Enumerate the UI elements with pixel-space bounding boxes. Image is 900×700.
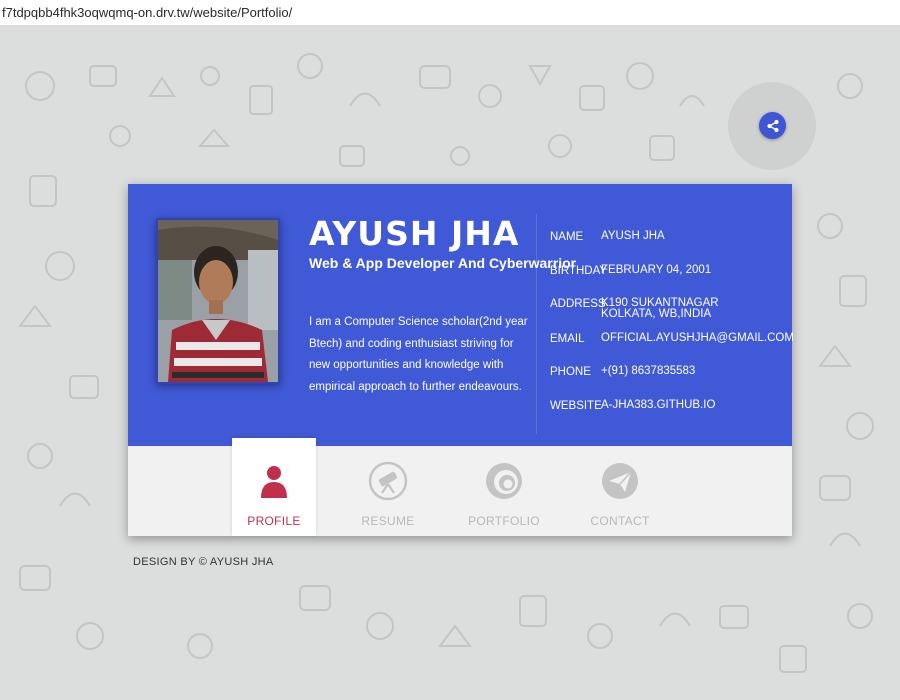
- info-label-name: NAME: [550, 231, 584, 243]
- profile-name: AYUSH JHA: [309, 214, 520, 253]
- profile-bio: I am a Computer Science scholar(2nd year…: [309, 316, 528, 393]
- tab-resume[interactable]: RESUME: [346, 438, 430, 536]
- address-bar[interactable]: f7tdpqbb4fhk3oqwqmq-on.drv.tw/website/Po…: [0, 0, 900, 26]
- info-value-website[interactable]: A-JHA383.GITHUB.IO: [601, 399, 761, 411]
- share-icon: [766, 119, 779, 132]
- info-value-address: K190 SUKANTNAGAR KOLKATA, WB,INDIA: [601, 297, 719, 320]
- profile-card: AYUSH JHA Web & App Developer And Cyberw…: [128, 184, 794, 536]
- info-divider: [536, 214, 537, 434]
- tab-resume-label: RESUME: [361, 514, 415, 528]
- info-label-birthday: BIRTHDAY: [550, 265, 608, 277]
- tab-contact-label: CONTACT: [590, 514, 650, 528]
- paper-plane-icon: [602, 463, 638, 499]
- info-label-website: WEBSITE: [550, 400, 602, 412]
- info-value-phone: +(91) 8637835583: [601, 365, 696, 377]
- profile-header: AYUSH JHA Web & App Developer And Cyberw…: [128, 184, 794, 446]
- info-value-birthday: FEBRUARY 04, 2001: [601, 264, 712, 276]
- tab-portfolio-label: PORTFOLIO: [468, 514, 540, 528]
- footer-credit: DESIGN BY © AYUSH JHA: [133, 556, 274, 568]
- nav-tabs: PROFILE RESUME PORTFOLIO CONTACT: [128, 438, 792, 536]
- info-label-address: ADDRESS: [550, 298, 606, 310]
- info-value-name: AYUSH JHA: [601, 230, 665, 242]
- tab-contact[interactable]: CONTACT: [578, 438, 662, 536]
- telescope-icon: [368, 461, 408, 501]
- tab-profile-label: PROFILE: [247, 514, 301, 528]
- tab-portfolio[interactable]: PORTFOLIO: [462, 438, 546, 536]
- person-icon: [261, 466, 287, 498]
- swirl-icon: [486, 463, 522, 499]
- tab-profile[interactable]: PROFILE: [232, 438, 316, 536]
- info-label-phone: PHONE: [550, 366, 591, 378]
- avatar: [158, 220, 278, 382]
- url-text: f7tdpqbb4fhk3oqwqmq-on.drv.tw/website/Po…: [2, 5, 293, 20]
- info-value-email[interactable]: OFFICIAL.AYUSHJHA@GMAIL.COM: [601, 332, 801, 344]
- share-button[interactable]: [759, 112, 786, 139]
- info-label-email: EMAIL: [550, 333, 585, 345]
- profile-photo: [158, 220, 278, 382]
